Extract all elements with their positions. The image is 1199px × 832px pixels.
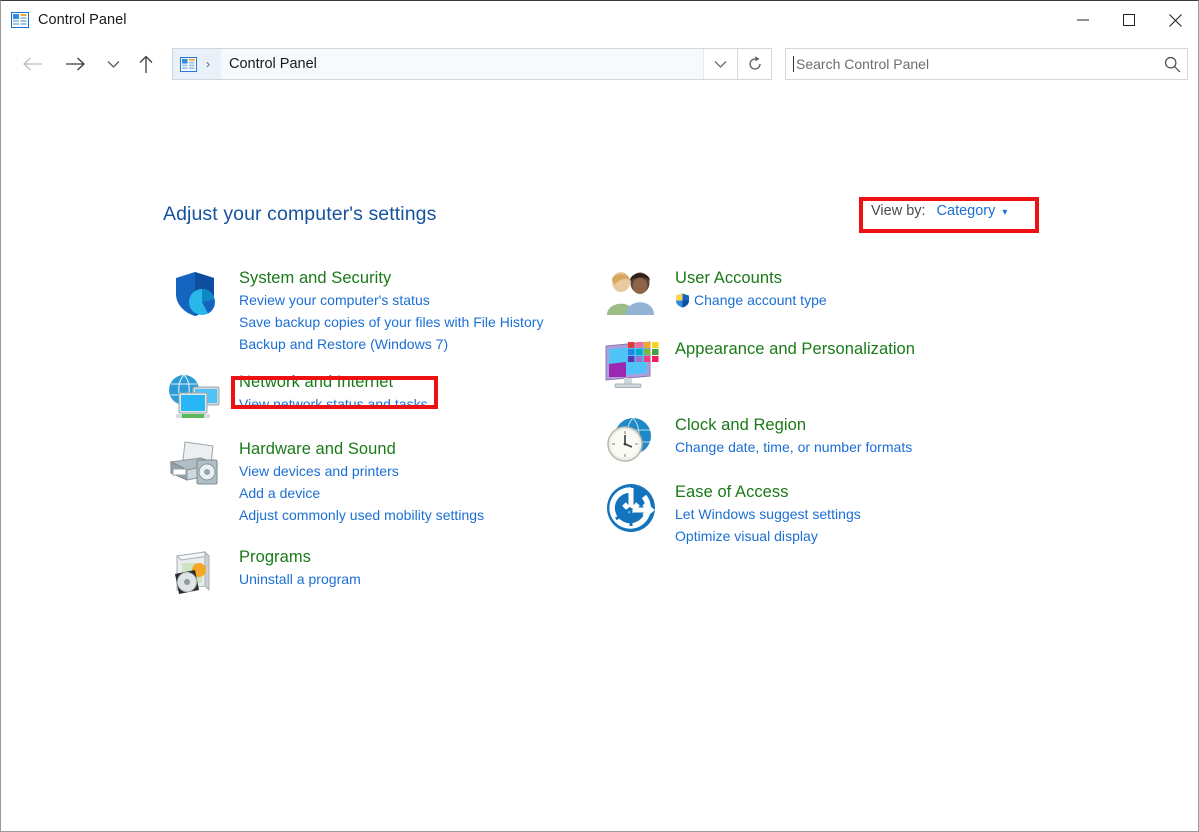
category-title[interactable]: Hardware and Sound	[239, 438, 396, 460]
window-controls	[1060, 1, 1198, 39]
category-body: Clock and Region Change date, time, or n…	[663, 414, 1029, 458]
category-column-left: System and Security Review your computer…	[163, 267, 583, 596]
back-arrow-icon[interactable]	[15, 46, 49, 82]
view-by-control[interactable]: View by: Category ▾	[871, 203, 1007, 219]
category-appearance-and-personalization: Appearance and Personalization	[599, 338, 1029, 390]
category-link[interactable]: View devices and printers	[239, 460, 583, 482]
category-programs: Programs Uninstall a program	[163, 546, 583, 596]
search-icon[interactable]	[1164, 56, 1181, 73]
category-title[interactable]: System and Security	[239, 267, 391, 289]
category-hardware-and-sound: Hardware and Sound View devices and prin…	[163, 438, 583, 526]
category-title[interactable]: User Accounts	[675, 267, 782, 289]
search-box[interactable]	[785, 48, 1188, 80]
category-title[interactable]: Network and Internet	[239, 371, 393, 393]
category-title[interactable]: Appearance and Personalization	[675, 338, 915, 360]
category-link[interactable]: Review your computer's status	[239, 289, 583, 311]
title-bar: Control Panel	[1, 1, 1198, 39]
shield-icon	[163, 267, 227, 319]
category-link[interactable]: Change account type	[675, 289, 1029, 311]
category-body: Appearance and Personalization	[663, 338, 1029, 360]
category-body: System and Security Review your computer…	[227, 267, 583, 355]
navigation-bar: › Control Panel	[1, 39, 1198, 89]
chevron-down-icon[interactable]: ▾	[1002, 207, 1007, 218]
category-link[interactable]: Change date, time, or number formats	[675, 436, 1029, 458]
category-link[interactable]: View network status and tasks	[239, 393, 583, 415]
page-title: Adjust your computer's settings	[163, 203, 436, 226]
close-button[interactable]	[1152, 1, 1198, 39]
category-body: Hardware and Sound View devices and prin…	[227, 438, 583, 526]
category-system-and-security: System and Security Review your computer…	[163, 267, 583, 355]
category-link[interactable]: Optimize visual display	[675, 525, 1029, 547]
minimize-button[interactable]	[1060, 1, 1106, 39]
control-panel-window: Control Panel	[0, 0, 1199, 832]
category-network-and-internet: Network and Internet View network status…	[163, 371, 583, 421]
search-input[interactable]	[794, 56, 1164, 72]
address-bar[interactable]: › Control Panel	[172, 48, 738, 80]
category-title[interactable]: Programs	[239, 546, 311, 568]
category-link[interactable]: Adjust commonly used mobility settings	[239, 504, 583, 526]
category-link-label: Change account type	[694, 289, 827, 311]
category-ease-of-access: Ease of Access Let Windows suggest setti…	[599, 481, 1029, 547]
uac-shield-icon	[675, 293, 690, 308]
printer-icon	[163, 438, 227, 488]
category-link[interactable]: Let Windows suggest settings	[675, 503, 1029, 525]
network-icon	[163, 371, 227, 421]
category-link[interactable]: Backup and Restore (Windows 7)	[239, 333, 583, 355]
control-panel-icon	[180, 57, 197, 72]
category-link[interactable]: Uninstall a program	[239, 568, 583, 590]
control-panel-icon	[11, 12, 29, 28]
category-body: Ease of Access Let Windows suggest setti…	[663, 481, 1029, 547]
category-title[interactable]: Clock and Region	[675, 414, 806, 436]
maximize-button[interactable]	[1106, 1, 1152, 39]
breadcrumb-label[interactable]: Control Panel	[221, 49, 703, 79]
view-by-value[interactable]: Category	[937, 203, 996, 219]
users-icon	[599, 267, 663, 315]
ease-of-access-icon	[599, 481, 663, 533]
window-title: Control Panel	[38, 13, 127, 28]
programs-icon	[163, 546, 227, 596]
chevron-down-icon[interactable]	[703, 49, 737, 79]
up-arrow-icon[interactable]	[132, 46, 160, 82]
recent-locations-icon[interactable]	[100, 46, 126, 82]
refresh-icon[interactable]	[738, 48, 772, 80]
view-by-label: View by:	[871, 203, 926, 219]
breadcrumb-root[interactable]: ›	[173, 49, 221, 79]
clock-icon	[599, 414, 663, 464]
appearance-icon	[599, 338, 663, 390]
category-clock-and-region: Clock and Region Change date, time, or n…	[599, 414, 1029, 464]
breadcrumb-separator-icon: ›	[197, 57, 219, 71]
category-body: Network and Internet View network status…	[227, 371, 583, 415]
category-title[interactable]: Ease of Access	[675, 481, 789, 503]
category-user-accounts: User Accounts Change account type	[599, 267, 1029, 315]
category-column-right: User Accounts Change account type	[599, 267, 1029, 547]
category-body: Programs Uninstall a program	[227, 546, 583, 590]
category-link[interactable]: Save backup copies of your files with Fi…	[239, 311, 583, 333]
forward-arrow-icon[interactable]	[58, 46, 92, 82]
content-area: Adjust your computer's settings View by:…	[1, 89, 1198, 831]
category-body: User Accounts Change account type	[663, 267, 1029, 311]
category-link[interactable]: Add a device	[239, 482, 583, 504]
